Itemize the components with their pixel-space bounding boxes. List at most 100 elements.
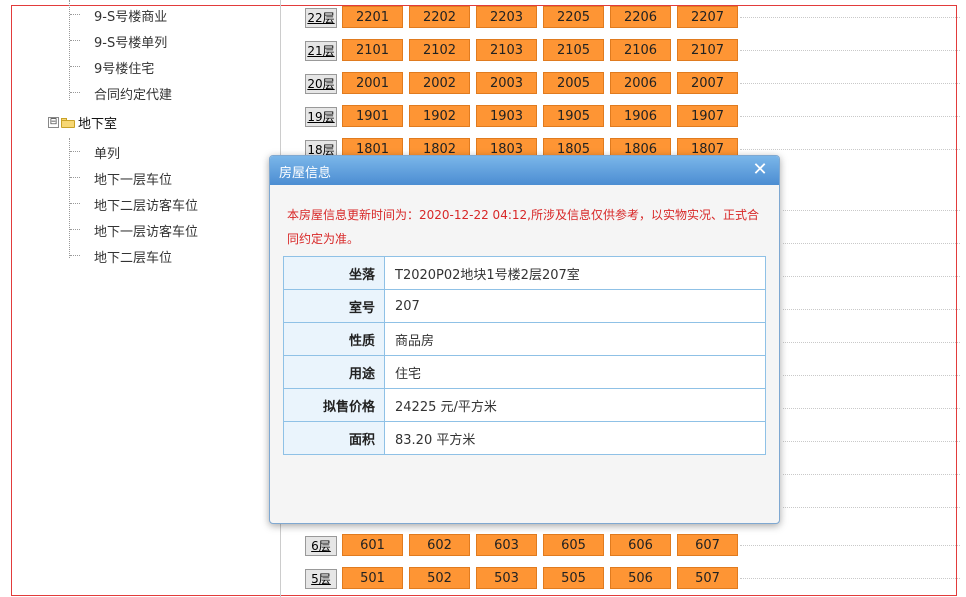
floor-button[interactable]: 6层 <box>305 536 337 556</box>
unit-button[interactable]: 2003 <box>476 72 537 94</box>
table-row: 性质 商品房 <box>283 322 766 356</box>
tree-item-9s-single[interactable]: 9-S号楼单列 <box>94 32 167 51</box>
floor-button[interactable]: 5层 <box>305 569 337 589</box>
tree-item-b1-parking[interactable]: 地下一层车位 <box>94 169 172 188</box>
row-divider <box>740 116 960 117</box>
tree-branch <box>70 92 80 93</box>
row-divider <box>740 83 960 84</box>
unit-button[interactable]: 2207 <box>677 6 738 28</box>
unit-button[interactable]: 2101 <box>342 39 403 61</box>
row-divider <box>740 545 960 546</box>
unit-button[interactable]: 2202 <box>409 6 470 28</box>
floor-row: 22层 2201 2202 2203 2205 2206 2207 <box>305 6 965 28</box>
tree-folder-label: 地下室 <box>78 117 118 132</box>
tree-branch <box>70 40 80 41</box>
floor-row: 6层 601 602 603 605 606 607 <box>305 534 965 556</box>
unit-button[interactable]: 2001 <box>342 72 403 94</box>
floor-button[interactable]: 21层 <box>305 41 337 61</box>
unit-button[interactable]: 1906 <box>610 105 671 127</box>
tree-item-b2-visitor-parking[interactable]: 地下二层访客车位 <box>94 195 198 214</box>
tree-branch <box>70 151 80 152</box>
update-notice: 本房屋信息更新时间为：2020-12-22 04:12,所涉及信息仅供参考，以实… <box>287 208 759 246</box>
tree-folder-basement[interactable]: ⊟ 地下室 <box>48 113 117 132</box>
unit-button[interactable]: 506 <box>610 567 671 589</box>
tree-item-9s-commercial[interactable]: 9-S号楼商业 <box>94 6 167 25</box>
floor-button[interactable]: 19层 <box>305 107 337 127</box>
unit-button[interactable]: 502 <box>409 567 470 589</box>
field-label: 性质 <box>283 322 385 356</box>
house-info-dialog: 房屋信息 ✕ 本房屋信息更新时间为：2020-12-22 04:12,所涉及信息… <box>269 155 780 524</box>
unit-button[interactable]: 2006 <box>610 72 671 94</box>
unit-button[interactable]: 503 <box>476 567 537 589</box>
floor-row: 19层 1901 1902 1903 1905 1906 1907 <box>305 105 965 127</box>
row-divider <box>740 50 960 51</box>
tree-item-b1-visitor-parking[interactable]: 地下一层访客车位 <box>94 221 198 240</box>
floor-button[interactable]: 22层 <box>305 8 337 28</box>
tree-connector <box>69 138 70 258</box>
unit-button[interactable]: 1903 <box>476 105 537 127</box>
table-row: 室号 207 <box>283 289 766 323</box>
unit-button[interactable]: 605 <box>543 534 604 556</box>
unit-button[interactable]: 505 <box>543 567 604 589</box>
tree-item-single[interactable]: 单列 <box>94 143 120 162</box>
tree-branch <box>70 229 80 230</box>
tree-connector <box>69 0 70 100</box>
unit-button[interactable]: 2107 <box>677 39 738 61</box>
field-value: T2020P02地块1号楼2层207室 <box>384 256 766 290</box>
folder-open-icon <box>61 117 75 128</box>
unit-button[interactable]: 2201 <box>342 6 403 28</box>
floor-row: 21层 2101 2102 2103 2105 2106 2107 <box>305 39 965 61</box>
unit-button[interactable]: 601 <box>342 534 403 556</box>
unit-button[interactable]: 1905 <box>543 105 604 127</box>
tree-item-b2-parking[interactable]: 地下二层车位 <box>94 247 172 266</box>
building-tree: 9-S号楼商业 9-S号楼单列 9号楼住宅 合同约定代建 ⊟ 地下室 单列 地下… <box>0 0 281 597</box>
tree-branch <box>70 14 80 15</box>
table-row: 用途 住宅 <box>283 355 766 389</box>
unit-button[interactable]: 2203 <box>476 6 537 28</box>
unit-button[interactable]: 606 <box>610 534 671 556</box>
unit-button[interactable]: 1907 <box>677 105 738 127</box>
unit-button[interactable]: 2007 <box>677 72 738 94</box>
unit-button[interactable]: 1901 <box>342 105 403 127</box>
field-label: 室号 <box>283 289 385 323</box>
unit-button[interactable]: 602 <box>409 534 470 556</box>
unit-button[interactable]: 501 <box>342 567 403 589</box>
table-row: 面积 83.20 平方米 <box>283 421 766 455</box>
row-divider <box>740 149 960 150</box>
collapse-icon[interactable]: ⊟ <box>48 117 59 128</box>
field-value: 商品房 <box>384 322 766 356</box>
unit-button[interactable]: 2106 <box>610 39 671 61</box>
tree-item-contract-build[interactable]: 合同约定代建 <box>94 84 172 103</box>
floor-row: 20层 2001 2002 2003 2005 2006 2007 <box>305 72 965 94</box>
field-value: 83.20 平方米 <box>384 421 766 455</box>
unit-button[interactable]: 2105 <box>543 39 604 61</box>
unit-button[interactable]: 2102 <box>409 39 470 61</box>
unit-button[interactable]: 2205 <box>543 6 604 28</box>
floor-row: 5层 501 502 503 505 506 507 <box>305 567 965 589</box>
tree-branch <box>70 66 80 67</box>
field-label: 面积 <box>283 421 385 455</box>
close-icon[interactable]: ✕ <box>751 161 769 179</box>
field-value: 住宅 <box>384 355 766 389</box>
unit-button[interactable]: 607 <box>677 534 738 556</box>
unit-button[interactable]: 2005 <box>543 72 604 94</box>
table-row: 坐落 T2020P02地块1号楼2层207室 <box>283 256 766 290</box>
tree-branch <box>70 203 80 204</box>
unit-button[interactable]: 2206 <box>610 6 671 28</box>
tree-branch <box>70 177 80 178</box>
unit-button[interactable]: 603 <box>476 534 537 556</box>
field-value: 207 <box>384 289 766 323</box>
row-divider <box>740 17 960 18</box>
tree-branch <box>70 255 80 256</box>
unit-button[interactable]: 2002 <box>409 72 470 94</box>
dialog-title: 房屋信息 <box>279 166 332 181</box>
tree-item-9-residential[interactable]: 9号楼住宅 <box>94 58 154 77</box>
unit-button[interactable]: 2103 <box>476 39 537 61</box>
field-label: 坐落 <box>283 256 385 290</box>
unit-button[interactable]: 1902 <box>409 105 470 127</box>
floor-button[interactable]: 20层 <box>305 74 337 94</box>
unit-button[interactable]: 507 <box>677 567 738 589</box>
row-divider <box>740 578 960 579</box>
field-label: 用途 <box>283 355 385 389</box>
dialog-titlebar[interactable]: 房屋信息 ✕ <box>270 156 779 185</box>
